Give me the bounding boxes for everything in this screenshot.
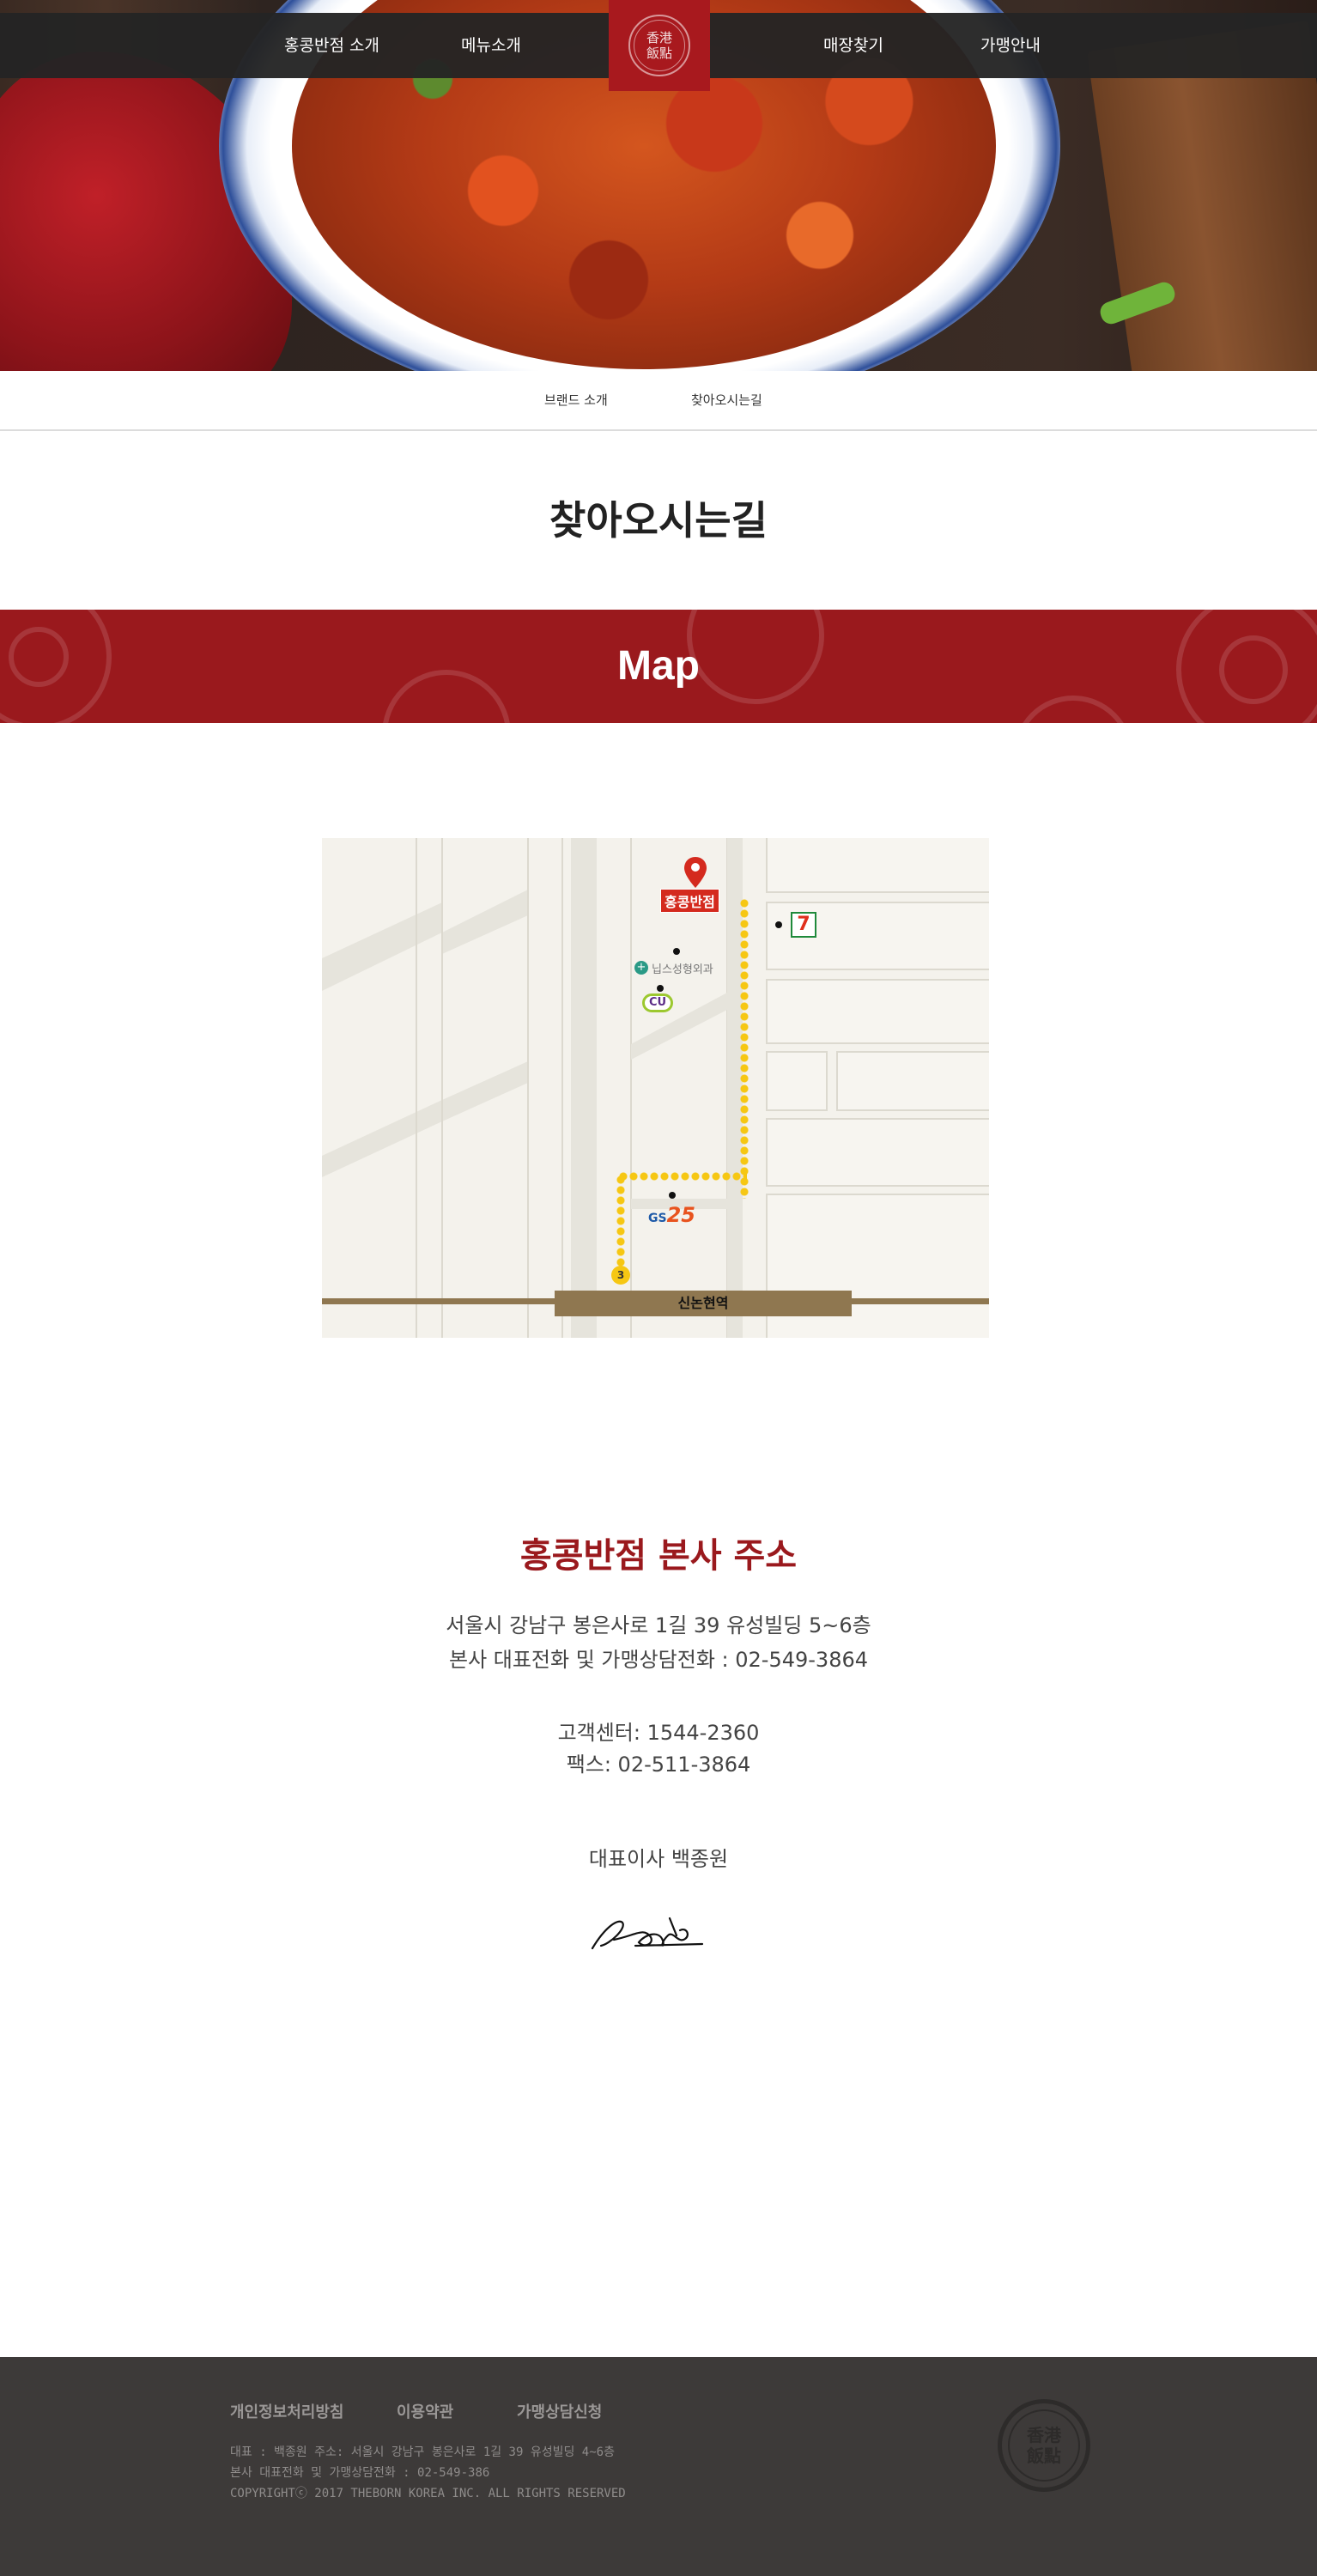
footer-seal-bottom: 飯點 bbox=[1027, 2445, 1061, 2466]
map-banner: Map bbox=[0, 610, 1317, 723]
exit-badge: 3 bbox=[611, 1266, 630, 1285]
logo-char-top: 香港 bbox=[646, 30, 672, 46]
customer-center: 고객센터: 1544-2360 bbox=[557, 1721, 760, 1745]
address-title: 홍콩반점 본사 주소 bbox=[519, 1536, 798, 1576]
clinic-cross-icon: + bbox=[634, 961, 648, 975]
logo-seal-icon: 香港 飯點 bbox=[628, 15, 690, 76]
poi-dot bbox=[669, 1192, 676, 1199]
terms-link[interactable]: 이용약관 bbox=[397, 2400, 453, 2422]
page-title: 찾아오시는길 bbox=[549, 497, 768, 544]
gs25-num-text: 25 bbox=[666, 1203, 695, 1227]
nav-item-franchise[interactable]: 가맹안내 bbox=[980, 13, 1041, 78]
main-road bbox=[571, 838, 597, 1338]
cu-store-icon: CU bbox=[642, 993, 673, 1012]
copyright: COPYRIGHTⓒ 2017 THEBORN KOREA INC. ALL R… bbox=[230, 2487, 626, 2500]
station-label: 신논현역 bbox=[555, 1291, 852, 1316]
map-block bbox=[766, 1051, 828, 1111]
poi-dot bbox=[657, 985, 664, 992]
home-logo[interactable]: 香港 飯點 bbox=[609, 0, 710, 91]
logo-char-bottom: 飯點 bbox=[646, 46, 672, 61]
nav-item-brand-intro[interactable]: 홍콩반점 소개 bbox=[284, 13, 379, 78]
fax-number: 팩스: 02-511-3864 bbox=[566, 1753, 751, 1777]
clinic-label: 닙스성형외과 bbox=[652, 963, 713, 976]
map-pin-icon bbox=[684, 857, 707, 888]
footer-seal-top: 香港 bbox=[1027, 2425, 1061, 2445]
map-heading: Map bbox=[617, 643, 700, 689]
privacy-policy-link[interactable]: 개인정보처리방침 bbox=[230, 2400, 343, 2422]
company-info: 대표 : 백종원 주소: 서울시 강남구 봉은사로 1길 39 유성빌딩 4~6… bbox=[230, 2445, 615, 2459]
map-block bbox=[766, 838, 989, 893]
walking-route bbox=[740, 898, 749, 1199]
footer-seal-icon: 香港 飯點 bbox=[998, 2399, 1090, 2492]
walking-route bbox=[616, 1175, 625, 1269]
address-line: 서울시 강남구 봉은사로 1길 39 유성빌딩 5~6층 bbox=[446, 1613, 871, 1637]
hq-phone: 본사 대표전화 및 가맹상담전화 : 02-549-3864 bbox=[448, 1648, 869, 1672]
poi-dot bbox=[775, 921, 782, 928]
ceo-signature bbox=[591, 1917, 704, 1950]
map-block bbox=[766, 979, 989, 1044]
seven-eleven-icon: 7 bbox=[791, 912, 816, 938]
poi-dot bbox=[673, 948, 680, 955]
walking-route bbox=[618, 1172, 747, 1181]
location-map[interactable]: 홍콩반점 7 + 닙스성형외과 CU GS25 신논현역 3 bbox=[322, 838, 989, 1338]
ceo-name: 대표이사 백종원 bbox=[588, 1847, 729, 1871]
subnav-item-brand[interactable]: 브랜드 소개 bbox=[544, 371, 608, 429]
franchise-inquiry-link[interactable]: 가맹상담신청 bbox=[517, 2400, 602, 2422]
nav-item-menu[interactable]: 메뉴소개 bbox=[461, 13, 521, 78]
store-label: 홍콩반점 bbox=[660, 889, 719, 913]
nav-item-store-finder[interactable]: 매장찾기 bbox=[823, 13, 883, 78]
gs25-store-icon: GS25 bbox=[648, 1203, 695, 1227]
company-phone: 본사 대표전화 및 가맹상담전화 : 02-549-386 bbox=[230, 2466, 490, 2480]
gs25-gs-text: GS bbox=[648, 1212, 667, 1225]
map-block bbox=[836, 1051, 989, 1111]
map-block bbox=[766, 1118, 989, 1187]
footer: 개인정보처리방침 이용약관 가맹상담신청 대표 : 백종원 주소: 서울시 강남… bbox=[0, 2357, 1317, 2576]
sub-nav: 브랜드 소개 찾아오시는길 bbox=[0, 371, 1317, 431]
subnav-item-directions[interactable]: 찾아오시는길 bbox=[691, 371, 762, 429]
